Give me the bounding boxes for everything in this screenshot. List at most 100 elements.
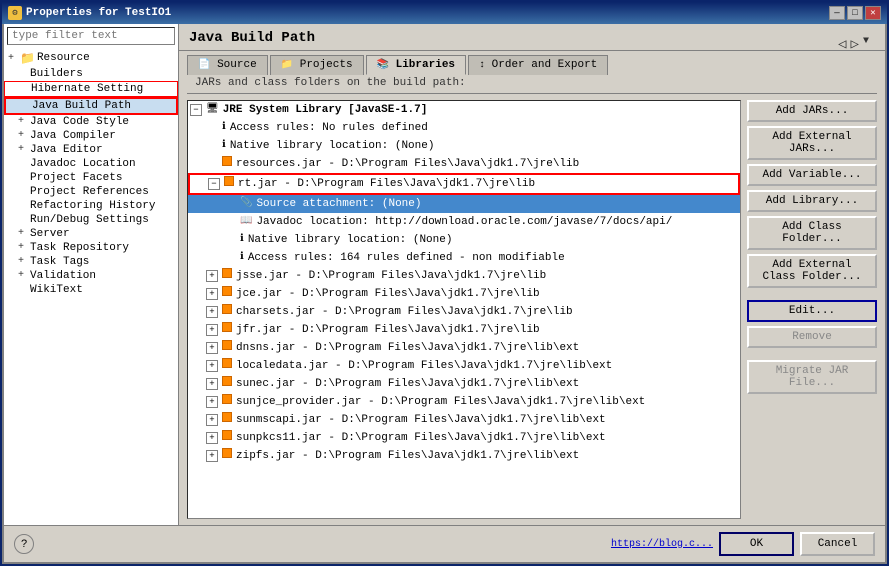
jar-icon bbox=[222, 322, 232, 338]
sidebar-item-label: Task Repository bbox=[30, 242, 129, 254]
window-icon: ⚙ bbox=[8, 6, 22, 20]
sidebar-item-project-refs[interactable]: Project References bbox=[4, 185, 178, 199]
expand-icon bbox=[18, 214, 28, 225]
tree-item-jfr[interactable]: + jfr.jar - D:\Program Files\Java\jdk1.7… bbox=[188, 321, 740, 339]
tree-item-jre[interactable]: − 🖥 JRE System Library [JavaSE-1.7] bbox=[188, 101, 740, 119]
nav-back-icon[interactable]: ◁ bbox=[838, 36, 846, 53]
tree-item-native[interactable]: ℹ Native library location: (None) bbox=[188, 137, 740, 155]
expand-jce[interactable]: + bbox=[206, 288, 218, 300]
cancel-button[interactable]: Cancel bbox=[800, 532, 875, 556]
sidebar-item-hibernate[interactable]: Hibernate Setting bbox=[4, 81, 178, 97]
tree-item-dnsns[interactable]: + dnsns.jar - D:\Program Files\Java\jdk1… bbox=[188, 339, 740, 357]
sidebar-item-label: Server bbox=[30, 228, 70, 240]
sidebar-item-wikitext[interactable]: WikiText bbox=[4, 283, 178, 297]
sidebar-item-label: Resource bbox=[37, 52, 90, 64]
tree-item-source-attach[interactable]: 📎 Source attachment: (None) bbox=[188, 195, 740, 213]
expand-jsse[interactable]: + bbox=[206, 270, 218, 282]
minimize-button[interactable]: — bbox=[829, 6, 845, 20]
add-class-folder-button[interactable]: Add Class Folder... bbox=[747, 216, 877, 250]
tab-order-label: Order and Export bbox=[492, 59, 598, 71]
nav-menu-icon[interactable]: ▼ bbox=[863, 36, 869, 53]
help-button[interactable]: ? bbox=[14, 534, 34, 554]
sidebar-item-label: Java Code Style bbox=[30, 116, 129, 128]
add-library-button[interactable]: Add Library... bbox=[747, 190, 877, 212]
expand-sunmscapi[interactable]: + bbox=[206, 414, 218, 426]
bottom-bar: ? https://blog.c... OK Cancel bbox=[4, 525, 885, 562]
add-external-class-folder-button[interactable]: Add External Class Folder... bbox=[747, 254, 877, 288]
expand-icon: + bbox=[18, 144, 28, 155]
sidebar-item-java-build-path[interactable]: Java Build Path bbox=[4, 97, 178, 115]
sidebar-item-java-code-style[interactable]: + Java Code Style bbox=[4, 115, 178, 129]
expand-jfr[interactable]: + bbox=[206, 324, 218, 336]
migrate-jar-button[interactable]: Migrate JAR File... bbox=[747, 360, 877, 394]
tree-item-label: dnsns.jar - D:\Program Files\Java\jdk1.7… bbox=[236, 340, 579, 356]
add-variable-button[interactable]: Add Variable... bbox=[747, 164, 877, 186]
sidebar-item-run-debug[interactable]: Run/Debug Settings bbox=[4, 213, 178, 227]
tree-item-sunec[interactable]: + sunec.jar - D:\Program Files\Java\jdk1… bbox=[188, 375, 740, 393]
tree-item-access[interactable]: ℹ Access rules: No rules defined bbox=[188, 119, 740, 137]
tab-order-export[interactable]: ↕ Order and Export bbox=[468, 55, 608, 75]
tab-libraries[interactable]: 📚 Libraries bbox=[366, 55, 466, 75]
tab-bar: 📄 Source 📁 Projects 📚 Libraries ↕ Order … bbox=[179, 51, 885, 75]
close-button[interactable]: ✕ bbox=[865, 6, 881, 20]
sidebar-item-builders[interactable]: Builders bbox=[4, 67, 178, 81]
expand-zipfs[interactable]: + bbox=[206, 450, 218, 462]
tree-item-localedata[interactable]: + localedata.jar - D:\Program Files\Java… bbox=[188, 357, 740, 375]
sidebar-item-task-tags[interactable]: + Task Tags bbox=[4, 255, 178, 269]
expand-rt[interactable]: − bbox=[208, 178, 220, 190]
expand-sunec[interactable]: + bbox=[206, 378, 218, 390]
tree-item-sunmscapi[interactable]: + sunmscapi.jar - D:\Program Files\Java\… bbox=[188, 411, 740, 429]
sidebar-item-resource[interactable]: + 📁 Resource bbox=[4, 50, 178, 67]
tab-source[interactable]: 📄 Source bbox=[187, 55, 268, 75]
sidebar-item-label: Java Editor bbox=[30, 144, 103, 156]
info-icon: ℹ bbox=[222, 138, 226, 154]
expand-icon bbox=[20, 100, 30, 111]
sidebar-item-project-facets[interactable]: Project Facets bbox=[4, 171, 178, 185]
sidebar-item-task-repo[interactable]: + Task Repository bbox=[4, 241, 178, 255]
edit-button[interactable]: Edit... bbox=[747, 300, 877, 322]
sidebar-item-label: Project Facets bbox=[30, 172, 122, 184]
add-jars-button[interactable]: Add JARs... bbox=[747, 100, 877, 122]
expand-jre[interactable]: − bbox=[190, 104, 202, 116]
tree-item-charsets[interactable]: + charsets.jar - D:\Program Files\Java\j… bbox=[188, 303, 740, 321]
add-external-jars-button[interactable]: Add External JARs... bbox=[747, 126, 877, 160]
tree-item-zipfs[interactable]: + zipfs.jar - D:\Program Files\Java\jdk1… bbox=[188, 447, 740, 465]
tree-item-access164[interactable]: ℹ Access rules: 164 rules defined - non … bbox=[188, 249, 740, 267]
sidebar-item-java-editor[interactable]: + Java Editor bbox=[4, 143, 178, 157]
expand-sunpkcs11[interactable]: + bbox=[206, 432, 218, 444]
sidebar-item-server[interactable]: + Server bbox=[4, 227, 178, 241]
tree-item-sunjce[interactable]: + sunjce_provider.jar - D:\Program Files… bbox=[188, 393, 740, 411]
expand-sunjce[interactable]: + bbox=[206, 396, 218, 408]
tree-item-sunpkcs11[interactable]: + sunpkcs11.jar - D:\Program Files\Java\… bbox=[188, 429, 740, 447]
expand-localedata[interactable]: + bbox=[206, 360, 218, 372]
tab-projects-label: Projects bbox=[300, 59, 353, 71]
link-text[interactable]: https://blog.c... bbox=[611, 539, 713, 550]
sidebar-item-javadoc[interactable]: Javadoc Location bbox=[4, 157, 178, 171]
sidebar-item-label: Javadoc Location bbox=[30, 158, 136, 170]
nav-forward-icon[interactable]: ▷ bbox=[851, 36, 859, 53]
jar-icon bbox=[222, 430, 232, 446]
main-tree[interactable]: − 🖥 JRE System Library [JavaSE-1.7] ℹ Ac… bbox=[187, 100, 741, 519]
maximize-button[interactable]: □ bbox=[847, 6, 863, 20]
expand-charsets[interactable]: + bbox=[206, 306, 218, 318]
tree-item-resources-jar[interactable]: resources.jar - D:\Program Files\Java\jd… bbox=[188, 155, 740, 173]
tree-item-label: Access rules: 164 rules defined - non mo… bbox=[248, 250, 565, 266]
remove-button[interactable]: Remove bbox=[747, 326, 877, 348]
tree-item-jce[interactable]: + jce.jar - D:\Program Files\Java\jdk1.7… bbox=[188, 285, 740, 303]
jre-icon: 🖥 bbox=[206, 102, 219, 118]
expand-dnsns[interactable]: + bbox=[206, 342, 218, 354]
filter-input[interactable] bbox=[7, 27, 175, 45]
tab-projects[interactable]: 📁 Projects bbox=[270, 55, 364, 75]
sidebar-item-validation[interactable]: + Validation bbox=[4, 269, 178, 283]
sidebar-item-java-compiler[interactable]: + Java Compiler bbox=[4, 129, 178, 143]
tree-item-javadoc[interactable]: 📖 Javadoc location: http://download.orac… bbox=[188, 213, 740, 231]
sidebar-item-refactoring[interactable]: Refactoring History bbox=[4, 199, 178, 213]
info-icon: ℹ bbox=[222, 120, 226, 136]
tree-item-label: Access rules: No rules defined bbox=[230, 120, 428, 136]
tree-item-rt-jar[interactable]: − rt.jar - D:\Program Files\Java\jdk1.7\… bbox=[188, 173, 740, 195]
tree-item-jsse[interactable]: + jsse.jar - D:\Program Files\Java\jdk1.… bbox=[188, 267, 740, 285]
tree-item-native2[interactable]: ℹ Native library location: (None) bbox=[188, 231, 740, 249]
ok-button[interactable]: OK bbox=[719, 532, 794, 556]
jar-icon bbox=[222, 412, 232, 428]
tab-content: − 🖥 JRE System Library [JavaSE-1.7] ℹ Ac… bbox=[187, 93, 877, 525]
